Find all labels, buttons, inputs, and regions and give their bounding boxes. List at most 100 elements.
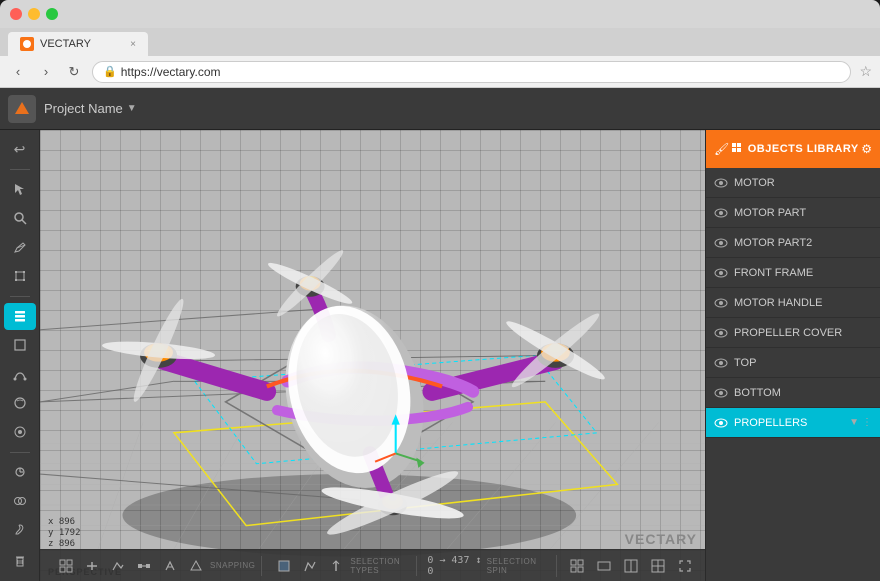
address-bar[interactable]: 🔒 https://vectary.com [92, 61, 851, 83]
list-item[interactable]: TOP [706, 348, 880, 378]
snap-btn-3[interactable] [132, 556, 156, 576]
view-split-button[interactable] [619, 556, 643, 576]
tool-undo[interactable]: ↩ [4, 136, 36, 163]
viewport[interactable]: x 896 y 1792 z 896 PERSPECTIVE VECTARY [40, 130, 705, 581]
tool-settings[interactable] [4, 419, 36, 446]
right-panel: 🖌 OBJECTS LIBRARY ⚙ MOTOR [705, 130, 880, 581]
object-name-label: MOTOR HANDLE [734, 297, 872, 309]
panel-header-left-icons: 🖌 [714, 142, 729, 156]
object-name-label: MOTOR [734, 177, 872, 189]
app-header: Project Name ▼ [0, 88, 880, 130]
eye-visible-icon[interactable] [714, 418, 728, 428]
object-name-label: PROPELLER COVER [734, 327, 872, 339]
address-bar-container: ‹ › ↻ 🔒 https://vectary.com ☆ [0, 56, 880, 88]
left-toolbar: ↩ [0, 130, 40, 581]
snap-btn-2[interactable] [106, 556, 130, 576]
nav-back-button[interactable]: ‹ [8, 62, 28, 82]
tool-select[interactable] [4, 176, 36, 203]
tool-pen[interactable] [4, 234, 36, 261]
url-text: https://vectary.com [121, 65, 221, 79]
object-name-label: TOP [734, 357, 872, 369]
tool-delete[interactable] [4, 548, 36, 575]
list-item[interactable]: MOTOR [706, 168, 880, 198]
eye-visible-icon[interactable] [714, 178, 728, 188]
snap-btn-5[interactable] [184, 556, 208, 576]
nav-forward-button[interactable]: › [36, 62, 56, 82]
view-frame-button[interactable] [592, 556, 616, 576]
objects-grid-icon [732, 143, 744, 155]
drone-area [40, 130, 705, 581]
view-fullscreen-button[interactable] [673, 556, 697, 576]
panel-title-text: OBJECTS LIBRARY [748, 143, 859, 155]
sel-type-btn-2[interactable] [298, 556, 322, 576]
tool-transform[interactable] [4, 263, 36, 290]
tool-boolean[interactable] [4, 488, 36, 515]
drone-svg [40, 130, 705, 581]
object-name-label: MOTOR PART2 [734, 237, 872, 249]
selection-spin-group: 0 → 437 ↕ 0 SELECTION SPIN [421, 555, 557, 577]
tab-close-btn[interactable]: × [130, 39, 136, 50]
list-item[interactable]: FRONT FRAME [706, 258, 880, 288]
snap-btn-1[interactable] [80, 556, 104, 576]
view-quad-button[interactable] [646, 556, 670, 576]
viewport-coordinates: x 896 y 1792 z 896 [48, 517, 81, 549]
tool-layers[interactable] [4, 303, 36, 330]
bookmark-star-icon[interactable]: ☆ [859, 63, 872, 80]
list-item[interactable]: PROPELLERS ▼ ⋮ [706, 408, 880, 438]
list-item[interactable]: PROPELLER COVER [706, 318, 880, 348]
eye-visible-icon[interactable] [714, 208, 728, 218]
tool-separator-3 [10, 452, 30, 453]
coord-y: y 1792 [48, 528, 81, 538]
traffic-light-yellow[interactable] [28, 8, 40, 20]
tool-zoom[interactable] [4, 205, 36, 232]
eye-visible-icon[interactable] [714, 268, 728, 278]
coord-z: z 896 [48, 539, 81, 549]
snapping-label: SNAPPING [210, 561, 255, 570]
panel-settings-icon[interactable]: ⚙ [861, 142, 872, 156]
vectary-watermark: VECTARY [625, 531, 697, 547]
eye-visible-icon[interactable] [714, 328, 728, 338]
sel-type-btn-1[interactable] [272, 556, 296, 576]
tab-label: VECTARY [40, 38, 91, 50]
objects-list: MOTOR MOTOR PART MOTOR PART2 [706, 168, 880, 581]
tool-shapes[interactable] [4, 332, 36, 359]
browser-titlebar [0, 0, 880, 28]
object-actions: ▼ ⋮ [849, 417, 872, 428]
browser-window: VECTARY × ‹ › ↻ 🔒 https://vectary.com ☆ [0, 0, 880, 88]
ssl-lock-icon: 🔒 [103, 65, 117, 78]
traffic-light-green[interactable] [46, 8, 58, 20]
project-name-label[interactable]: Project Name [44, 101, 123, 116]
browser-tab-bar: VECTARY × [0, 28, 880, 56]
eye-visible-icon[interactable] [714, 238, 728, 248]
object-name-label: MOTOR PART [734, 207, 872, 219]
object-filter-icon[interactable]: ▼ [849, 417, 859, 428]
object-more-icon[interactable]: ⋮ [862, 417, 872, 428]
arm-left [164, 361, 267, 392]
panel-paint-icon[interactable]: 🖌 [714, 142, 729, 156]
object-name-label: PROPELLERS [734, 417, 843, 429]
panel-header: 🖌 OBJECTS LIBRARY ⚙ [706, 130, 880, 168]
object-name-label: FRONT FRAME [734, 267, 872, 279]
list-item[interactable]: MOTOR PART2 [706, 228, 880, 258]
snap-btn-4[interactable] [158, 556, 182, 576]
view-grid-button[interactable] [565, 556, 589, 576]
browser-tab[interactable]: VECTARY × [8, 32, 148, 56]
sel-type-btn-3[interactable] [324, 556, 348, 576]
list-item[interactable]: BOTTOM [706, 378, 880, 408]
list-item[interactable]: MOTOR HANDLE [706, 288, 880, 318]
selection-types-group: SELECTION TYPES [266, 556, 417, 576]
eye-visible-icon[interactable] [714, 298, 728, 308]
list-item[interactable]: MOTOR PART [706, 198, 880, 228]
coord-x: x 896 [48, 517, 81, 527]
tool-measure[interactable] [4, 459, 36, 486]
eye-visible-icon[interactable] [714, 358, 728, 368]
grid-toggle-button[interactable] [54, 556, 78, 576]
eye-visible-icon[interactable] [714, 388, 728, 398]
project-dropdown-icon[interactable]: ▼ [127, 103, 137, 114]
tool-brush[interactable] [4, 517, 36, 544]
tool-material[interactable] [4, 390, 36, 417]
snapping-group: SNAPPING [48, 556, 262, 576]
nav-refresh-button[interactable]: ↻ [64, 62, 84, 82]
traffic-light-red[interactable] [10, 8, 22, 20]
tool-path[interactable] [4, 361, 36, 388]
